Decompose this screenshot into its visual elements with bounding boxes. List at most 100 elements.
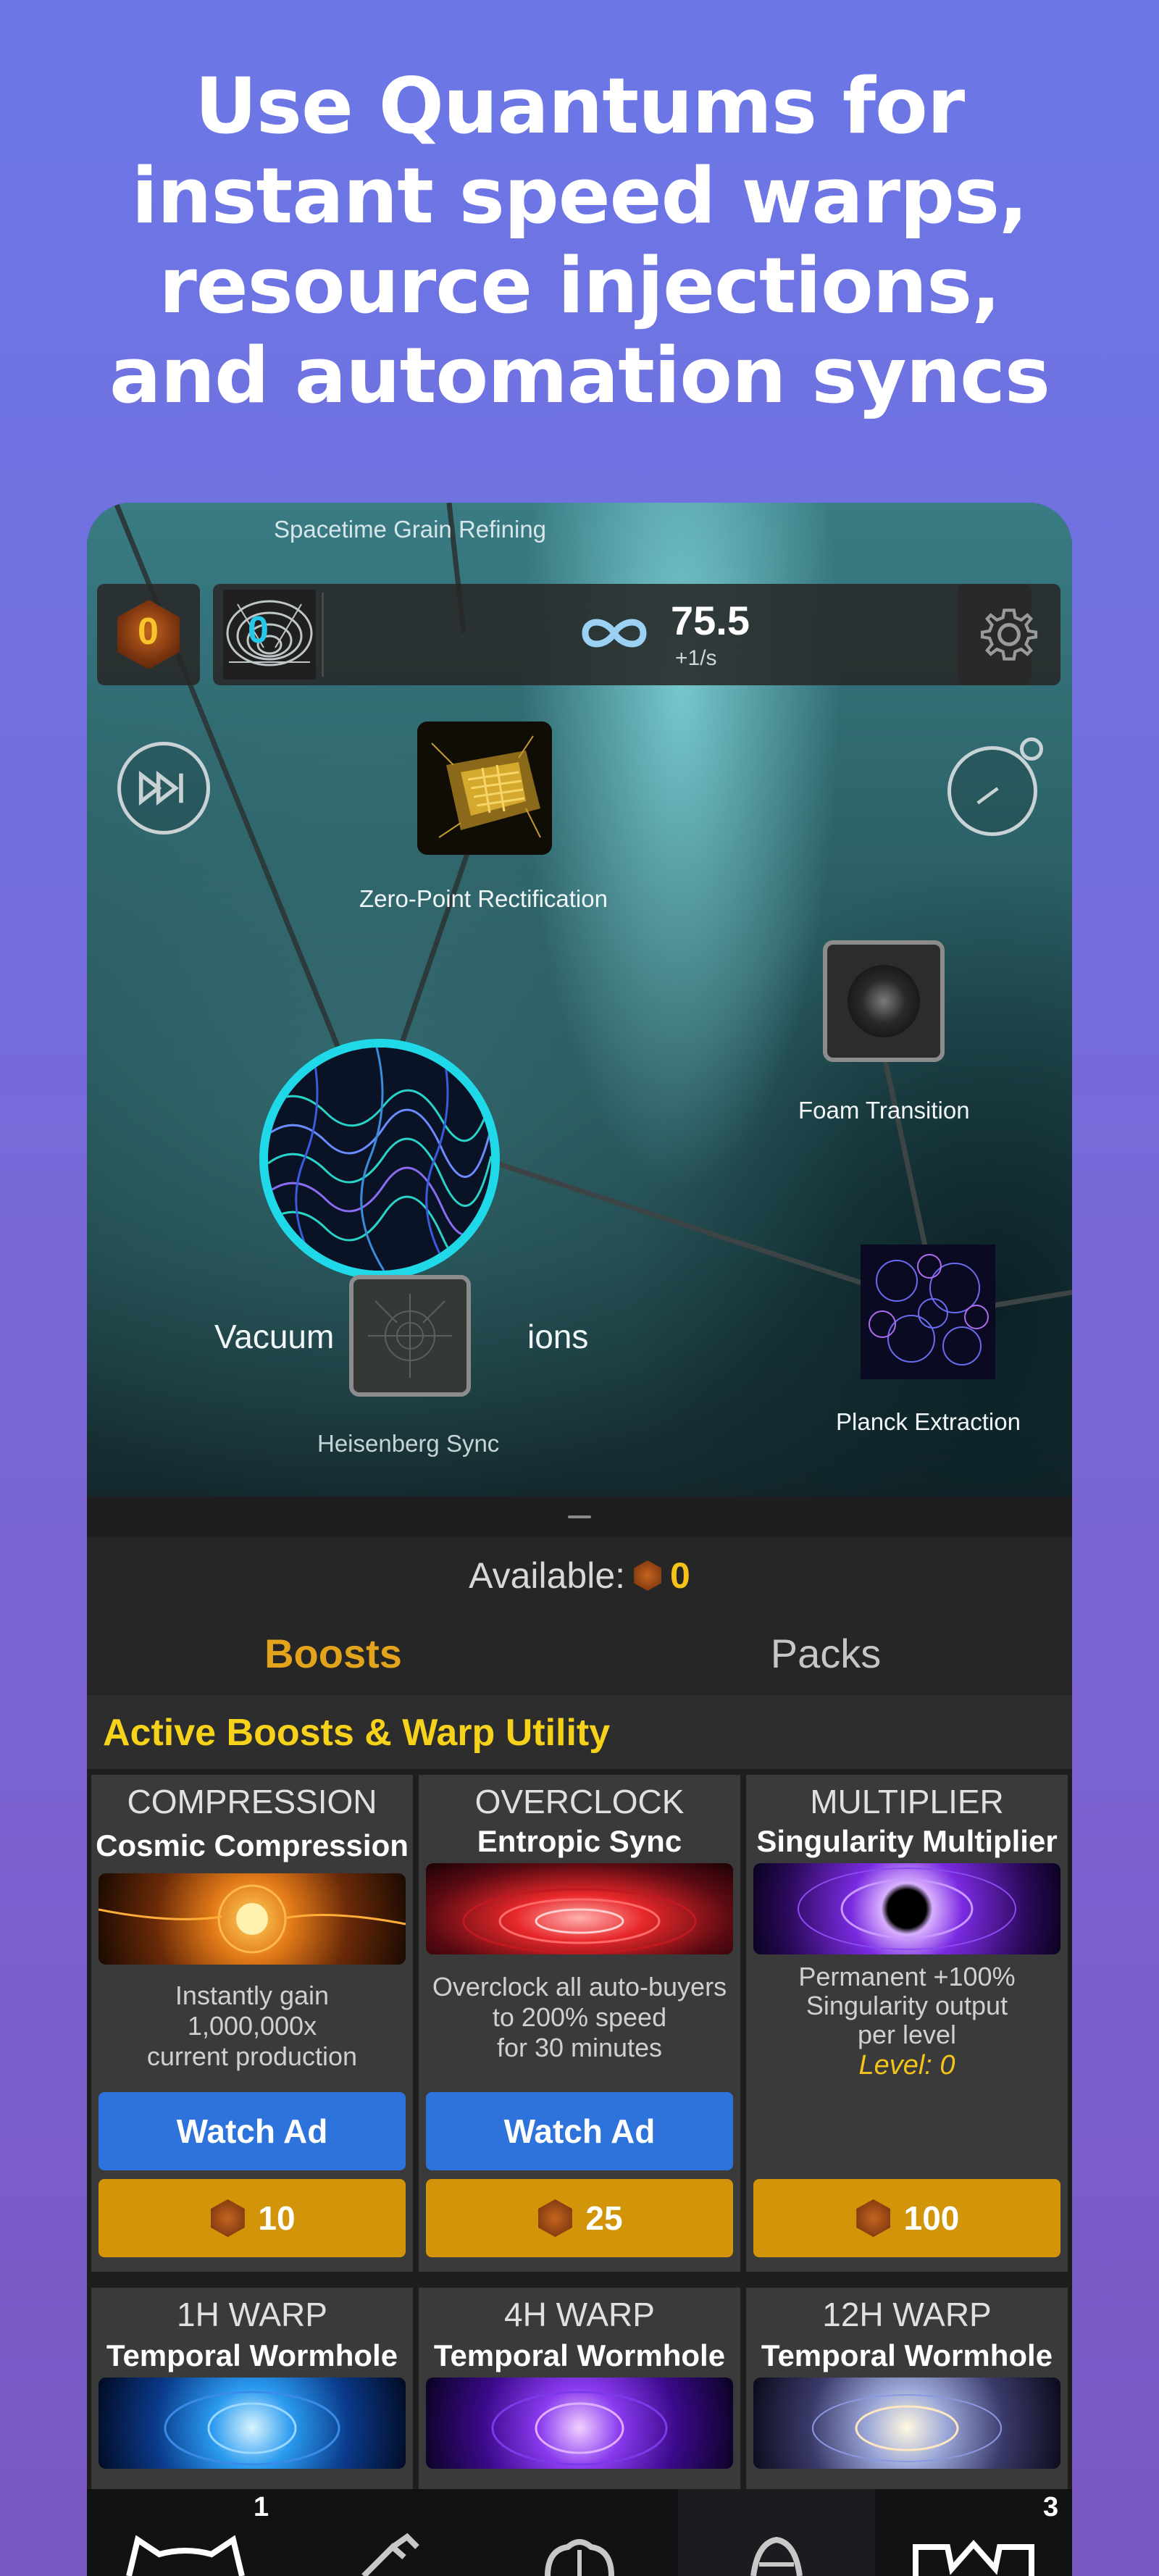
- energy-core-icon: [99, 1884, 406, 1954]
- circuit-chip-icon: [417, 722, 552, 855]
- multiplier-image: [753, 1863, 1060, 1954]
- card-title: Entropic Sync: [477, 1824, 682, 1858]
- headline-line-4: and automation syncs: [109, 331, 1050, 420]
- node-label-planck: Planck Extraction: [836, 1408, 1021, 1435]
- score-panel: 0 75.5 +1/s: [213, 584, 1032, 685]
- tab-boosts[interactable]: Boosts: [87, 1630, 580, 1677]
- game-view[interactable]: Spacetime Grain Refining 0 0 75.5 +1/s Z…: [87, 503, 1072, 1497]
- node-heisenberg-sync[interactable]: [349, 1275, 471, 1397]
- headline-line-2: instant speed warps,: [131, 151, 1029, 241]
- reactor-icon: [462, 1888, 697, 1954]
- node-vacuum-fluctuations[interactable]: [259, 1039, 500, 1279]
- card-desc-line-2: 1,000,000x: [187, 2011, 317, 2041]
- watch-ad-button[interactable]: Watch Ad: [426, 2092, 733, 2170]
- section-header: Active Boosts & Warp Utility: [87, 1695, 1072, 1769]
- stopwatch-button[interactable]: [947, 746, 1037, 836]
- node-foam-transition[interactable]: [823, 940, 945, 1062]
- headline-line-1: Use Quantums for: [194, 62, 965, 151]
- score-value: 75.5: [671, 598, 750, 643]
- phone-frame: Spacetime Grain Refining 0 0 75.5 +1/s Z…: [87, 503, 1072, 2576]
- card-category: MULTIPLIER: [810, 1783, 1004, 1820]
- card-desc-line-3: for 30 minutes: [496, 2033, 663, 2062]
- boost-cards-grid: COMPRESSION Cosmic Compression Instantly…: [87, 1769, 1072, 2576]
- shop-tabs: Boosts Packs: [87, 1617, 1072, 1695]
- quantum-cube-icon: [856, 2199, 891, 2237]
- card-desc-line-1: Permanent +100%: [798, 1962, 1016, 1991]
- egg-icon: [750, 2536, 803, 2576]
- boost-card-overclock: OVERCLOCK Entropic Sync Overclock all au…: [419, 1775, 740, 2272]
- node-label-vacuum-suffix: ions: [527, 1318, 589, 1355]
- card-desc-line-2: Singularity output: [806, 1991, 1008, 2020]
- quantum-count: 0: [138, 611, 159, 653]
- warp-count: 0: [248, 609, 269, 651]
- card-category: COMPRESSION: [127, 1783, 377, 1820]
- card-category: 4H WARP: [504, 2296, 655, 2333]
- card-desc-line-1: Instantly gain: [175, 1981, 330, 2010]
- node-planck-extraction[interactable]: [861, 1245, 995, 1379]
- card-desc-line-2: to 200% speed: [492, 2002, 667, 2032]
- compression-image: [99, 1873, 406, 1965]
- infinity-icon: [582, 619, 647, 648]
- available-label: Available:: [469, 1555, 626, 1596]
- galaxy-icon: [812, 2394, 1002, 2462]
- node-label-heisenberg: Heisenberg Sync: [317, 1430, 500, 1457]
- quantum-cube-icon: [211, 2199, 245, 2237]
- node-label-foam: Foam Transition: [798, 1097, 970, 1124]
- blueprint-icon: [353, 1279, 466, 1392]
- cost-value: 10: [258, 2199, 296, 2237]
- drawer-handle[interactable]: [87, 1497, 1072, 1537]
- settings-button[interactable]: [958, 584, 1060, 685]
- wormhole-image: [426, 2378, 733, 2469]
- node-zero-point[interactable]: [417, 722, 552, 855]
- nav-item-brain[interactable]: [481, 2489, 678, 2576]
- quantum-counter[interactable]: 0: [97, 584, 200, 685]
- card-category: 12H WARP: [822, 2296, 992, 2333]
- drawer-grip: [568, 1515, 591, 1518]
- card-level: Level: 0: [858, 2050, 955, 2081]
- tab-packs[interactable]: Packs: [580, 1630, 1072, 1677]
- brain-icon: [545, 2539, 614, 2576]
- fast-forward-button[interactable]: [117, 742, 210, 835]
- card-title: Singularity Multiplier: [756, 1824, 1058, 1858]
- fast-forward-icon: [138, 770, 183, 806]
- nav-item-egg[interactable]: [678, 2489, 875, 2576]
- cost-value: 25: [585, 2199, 623, 2237]
- card-desc-line-1: Overclock all auto-buyers: [432, 1972, 727, 2002]
- node-label-spacetime: Spacetime Grain Refining: [274, 516, 547, 543]
- nav-badge-1: 1: [254, 2492, 269, 2522]
- buy-compression-button[interactable]: 10: [99, 2179, 406, 2257]
- cost-value: 100: [903, 2199, 960, 2237]
- available-value: 0: [670, 1555, 690, 1596]
- card-desc-line-3: current production: [146, 2041, 358, 2071]
- watch-ad-button[interactable]: Watch Ad: [99, 2092, 406, 2170]
- node-label-vacuum: Vacuum: [214, 1318, 335, 1355]
- black-hole-icon: [798, 1868, 1016, 1950]
- node-label-zero-point: Zero-Point Rectification: [359, 885, 608, 912]
- quantum-cube-icon: [634, 1560, 661, 1591]
- nav-item-trophy[interactable]: 3: [875, 2489, 1072, 2576]
- quantum-wave-icon: [268, 1047, 491, 1271]
- card-desc-line-3: per level: [857, 2020, 957, 2049]
- bottom-nav: 1 3: [87, 2489, 1072, 2576]
- wormhole-icon: [164, 2391, 340, 2466]
- headline-line-3: resource injections,: [159, 241, 1001, 330]
- buy-multiplier-button[interactable]: 100: [753, 2179, 1060, 2257]
- card-title: Temporal Wormhole: [433, 2338, 726, 2372]
- available-text: Available: 0: [87, 1555, 1072, 1597]
- cosmic-web-icon: [861, 1245, 995, 1379]
- wormhole-image: [99, 2378, 406, 2469]
- nav-item-cat[interactable]: 1: [87, 2489, 284, 2576]
- score-rate: +1/s: [675, 646, 717, 670]
- stopwatch-icon: [976, 787, 999, 805]
- card-category: OVERCLOCK: [474, 1783, 685, 1820]
- warp-grid-icon: [223, 590, 316, 679]
- promo-headline: Use Quantums for instant speed warps, re…: [0, 62, 1159, 421]
- flask-icon: [361, 2533, 419, 2576]
- stopwatch-knob: [1020, 737, 1043, 761]
- wormhole-icon: [491, 2391, 668, 2466]
- foam-bubble-icon: [848, 965, 920, 1037]
- nav-item-flask[interactable]: [284, 2489, 481, 2576]
- hud-divider: [322, 593, 324, 677]
- buy-overclock-button[interactable]: 25: [426, 2179, 733, 2257]
- card-category: 1H WARP: [177, 2296, 327, 2333]
